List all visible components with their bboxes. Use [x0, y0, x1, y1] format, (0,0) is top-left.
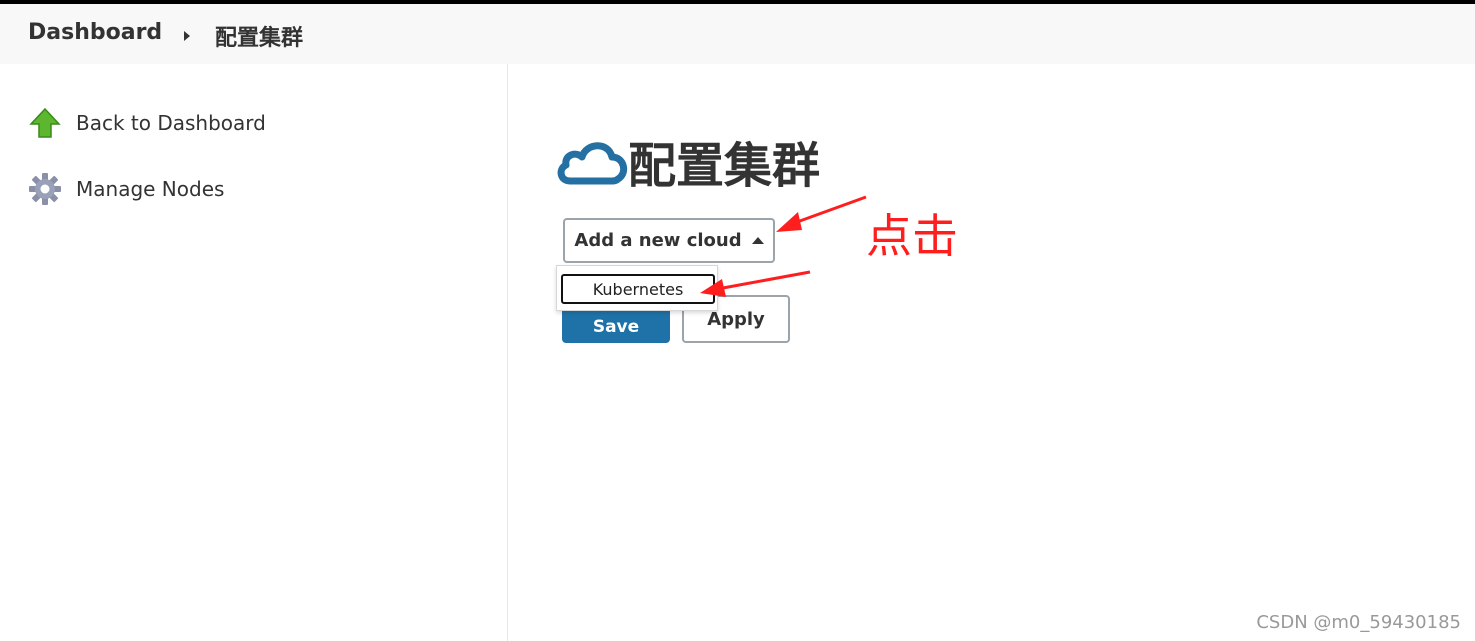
dropdown-item-kubernetes[interactable]: Kubernetes: [561, 274, 715, 304]
breadcrumb-chevron-icon: [184, 31, 190, 41]
annotation-click-text: 点击: [866, 209, 958, 263]
breadcrumb-current: 配置集群: [215, 26, 304, 51]
save-button[interactable]: Save: [562, 311, 670, 343]
apply-label: Apply: [707, 308, 765, 330]
watermark: CSDN @m0_59430185: [1256, 612, 1461, 633]
sidebar: Back to Dashboard Manage Nodes: [0, 64, 508, 641]
up-arrow-icon: [28, 106, 62, 140]
breadcrumb-dashboard-link[interactable]: Dashboard: [28, 20, 162, 45]
add-new-cloud-label: Add a new cloud: [574, 230, 742, 251]
gear-icon: [28, 172, 62, 206]
add-new-cloud-button[interactable]: Add a new cloud: [563, 218, 775, 263]
sidebar-item-back-to-dashboard[interactable]: Back to Dashboard: [28, 106, 266, 140]
save-label: Save: [592, 317, 640, 337]
sidebar-item-label: Back to Dashboard: [76, 111, 266, 135]
sidebar-item-label: Manage Nodes: [76, 177, 225, 201]
breadcrumb: Dashboard 配置集群: [0, 4, 1475, 64]
cloud-type-dropdown: Kubernetes: [556, 265, 718, 311]
page-title: 配置集群: [556, 126, 820, 196]
sidebar-item-manage-nodes[interactable]: Manage Nodes: [28, 172, 224, 206]
caret-up-icon: [751, 237, 764, 244]
annotation-arrow-add-cloud: [776, 195, 867, 232]
page-title-text: 配置集群: [628, 138, 821, 194]
cloud-icon: [556, 131, 630, 191]
